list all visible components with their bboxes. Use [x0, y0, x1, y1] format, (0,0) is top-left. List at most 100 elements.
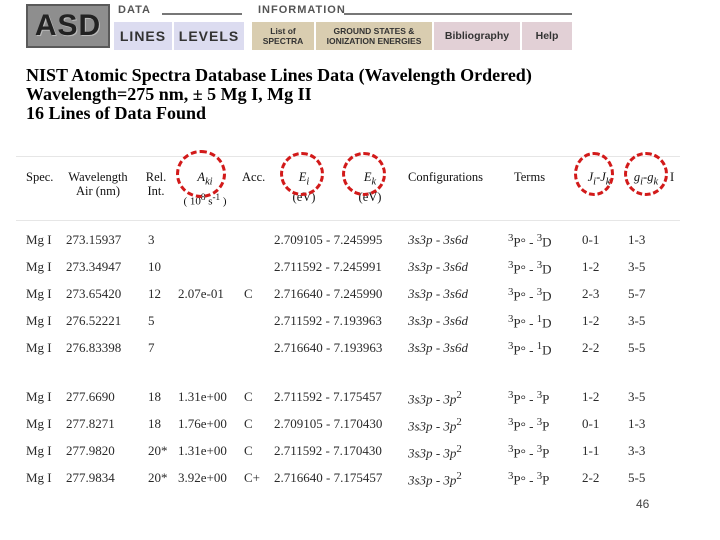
config-upper: 3s6d — [443, 259, 468, 274]
cell-energy-levels: 2.716640 - 7.175457 — [274, 470, 383, 485]
config-lower: 3s3p — [408, 313, 433, 328]
cell-ek: 7.175457 — [333, 389, 382, 404]
config-lower: 3s3p — [408, 472, 433, 488]
cell-configurations: 3s3p - 3p2 — [408, 470, 462, 488]
cell-ei: 2.709105 — [274, 232, 323, 247]
cell-wl: 277.9834 — [66, 470, 115, 485]
cell-energy-levels: 2.711592 - 7.170430 — [274, 443, 382, 458]
cell-configurations: 3s3p - 3s6d — [408, 340, 468, 355]
header-terms: Terms — [514, 170, 546, 184]
cell-aki: 1.31e+00 — [178, 389, 227, 404]
nav-lines[interactable]: LINES — [114, 22, 172, 50]
term-lower: P° — [513, 445, 526, 461]
cell-wl: 277.6690 — [66, 389, 115, 404]
config-superscript: 2 — [456, 389, 462, 401]
header-spec: Spec. — [26, 170, 54, 184]
information-section-header: INFORMATION — [258, 4, 346, 16]
cell-spec: Mg I — [26, 443, 52, 458]
cell-spec: Mg I — [26, 286, 52, 301]
term-lower: P° — [513, 342, 526, 358]
cell-terms: 3P° - 3D — [508, 286, 552, 304]
nav-ground-line2: IONIZATION ENERGIES — [326, 36, 422, 46]
cell-energy-levels: 2.711592 - 7.245991 — [274, 259, 382, 274]
cell-spec: Mg I — [26, 313, 52, 328]
cell-energy-levels: 2.716640 - 7.245990 — [274, 286, 383, 301]
table-row: Mg I 276.83398 7 2.716640 - 7.193963 3s3p - … — [16, 340, 680, 358]
cell-jj: 1-2 — [582, 313, 600, 328]
config-upper: 3p — [443, 418, 457, 434]
nav-list-of-spectra[interactable]: List of SPECTRA — [252, 22, 314, 50]
config-lower: 3s3p — [408, 418, 433, 434]
cell-ei: 2.709105 — [274, 416, 323, 431]
cell-gg: 3-5 — [628, 259, 646, 274]
cell-wl: 273.15937 — [66, 232, 122, 247]
asd-logo[interactable]: ASD — [26, 4, 110, 48]
cell-terms: 3P° - 3D — [508, 232, 552, 250]
config-lower: 3s3p — [408, 391, 433, 407]
cell-rel: 5 — [148, 313, 155, 328]
cell-rel: 10 — [148, 259, 161, 274]
cell-aki: 2.07e-01 — [178, 286, 224, 301]
cell-ek: 7.193963 — [333, 340, 383, 355]
cell-energy-levels: 2.716640 - 7.193963 — [274, 340, 383, 355]
term-upper: D — [542, 288, 552, 304]
cell-ei: 2.716640 — [274, 340, 323, 355]
header-rel-line1: Rel. — [145, 170, 167, 184]
cell-ei: 2.711592 — [274, 389, 323, 404]
cell-configurations: 3s3p - 3p2 — [408, 389, 462, 407]
header-separator — [16, 220, 680, 221]
cell-spec: Mg I — [26, 340, 52, 355]
cell-terms: 3P° - 3P — [508, 416, 550, 434]
cell-gg: 3-5 — [628, 389, 646, 404]
config-lower: 3s3p — [408, 340, 433, 355]
cell-gg: 3-3 — [628, 443, 646, 458]
cell-ek: 7.170430 — [333, 416, 383, 431]
term-lower: P° — [513, 418, 526, 434]
cell-rel: 7 — [148, 340, 155, 355]
cell-energy-levels: 2.709105 - 7.170430 — [274, 416, 383, 431]
cell-spec: Mg I — [26, 259, 52, 274]
nav-levels[interactable]: LEVELS — [174, 22, 244, 50]
logo-text: ASD — [34, 9, 102, 42]
cell-gg: 5-7 — [628, 286, 646, 301]
cell-wl: 277.8271 — [66, 416, 115, 431]
cell-ei: 2.711592 — [274, 443, 323, 458]
nav-help[interactable]: Help — [522, 22, 572, 50]
config-upper: 3s6d — [443, 232, 468, 247]
header-rel-int: Rel. Int. — [140, 170, 172, 198]
header-wavelength-line2: Air (nm) — [75, 184, 121, 198]
cell-gg: 3-5 — [628, 313, 646, 328]
highlight-ring-j — [574, 152, 614, 196]
cell-wl: 277.9820 — [66, 443, 115, 458]
cell-configurations: 3s3p - 3s6d — [408, 286, 468, 301]
cell-gg: 1-3 — [628, 232, 646, 247]
table-row: Mg I 277.9834 20* 3.92e+00 C+ 2.716640 - 7.17… — [16, 470, 680, 488]
cell-acc: C — [244, 416, 253, 431]
cell-rel: 12 — [148, 286, 161, 301]
cell-ei: 2.716640 — [274, 470, 323, 485]
cell-rel: 20* — [148, 470, 168, 485]
result-count: 16 Lines of Data Found — [26, 103, 207, 123]
term-upper: D — [542, 342, 552, 358]
cell-gg: 1-3 — [628, 416, 646, 431]
cell-ei: 2.711592 — [274, 313, 323, 328]
cell-ek: 7.245995 — [333, 232, 383, 247]
nav-ground-states[interactable]: GROUND STATES & IONIZATION ENERGIES — [316, 22, 432, 50]
cell-jj: 1-2 — [582, 389, 600, 404]
config-superscript: 2 — [456, 416, 462, 428]
cell-jj: 2-3 — [582, 286, 600, 301]
term-upper: D — [542, 234, 552, 250]
cell-configurations: 3s3p - 3p2 — [408, 443, 462, 461]
table-row: Mg I 273.65420 12 2.07e-01 C 2.716640 - 7.245… — [16, 286, 680, 304]
aki-unit-b: ) — [220, 195, 227, 208]
table-row: Mg I 277.9820 20* 1.31e+00 C 2.711592 - 7.170… — [16, 443, 680, 461]
cell-configurations: 3s3p - 3p2 — [408, 416, 462, 434]
cell-jj: 1-2 — [582, 259, 600, 274]
table-row: Mg I 273.34947 10 2.711592 - 7.245991 3s3p -… — [16, 259, 680, 277]
page-titles: NIST Atomic Spectra Database Lines Data … — [26, 66, 532, 123]
cell-terms: 3P° - 3P — [508, 443, 550, 461]
cell-ek: 7.193963 — [333, 313, 382, 328]
header-acc: Acc. — [242, 170, 266, 184]
config-lower: 3s3p — [408, 445, 433, 461]
nav-bibliography[interactable]: Bibliography — [434, 22, 520, 50]
